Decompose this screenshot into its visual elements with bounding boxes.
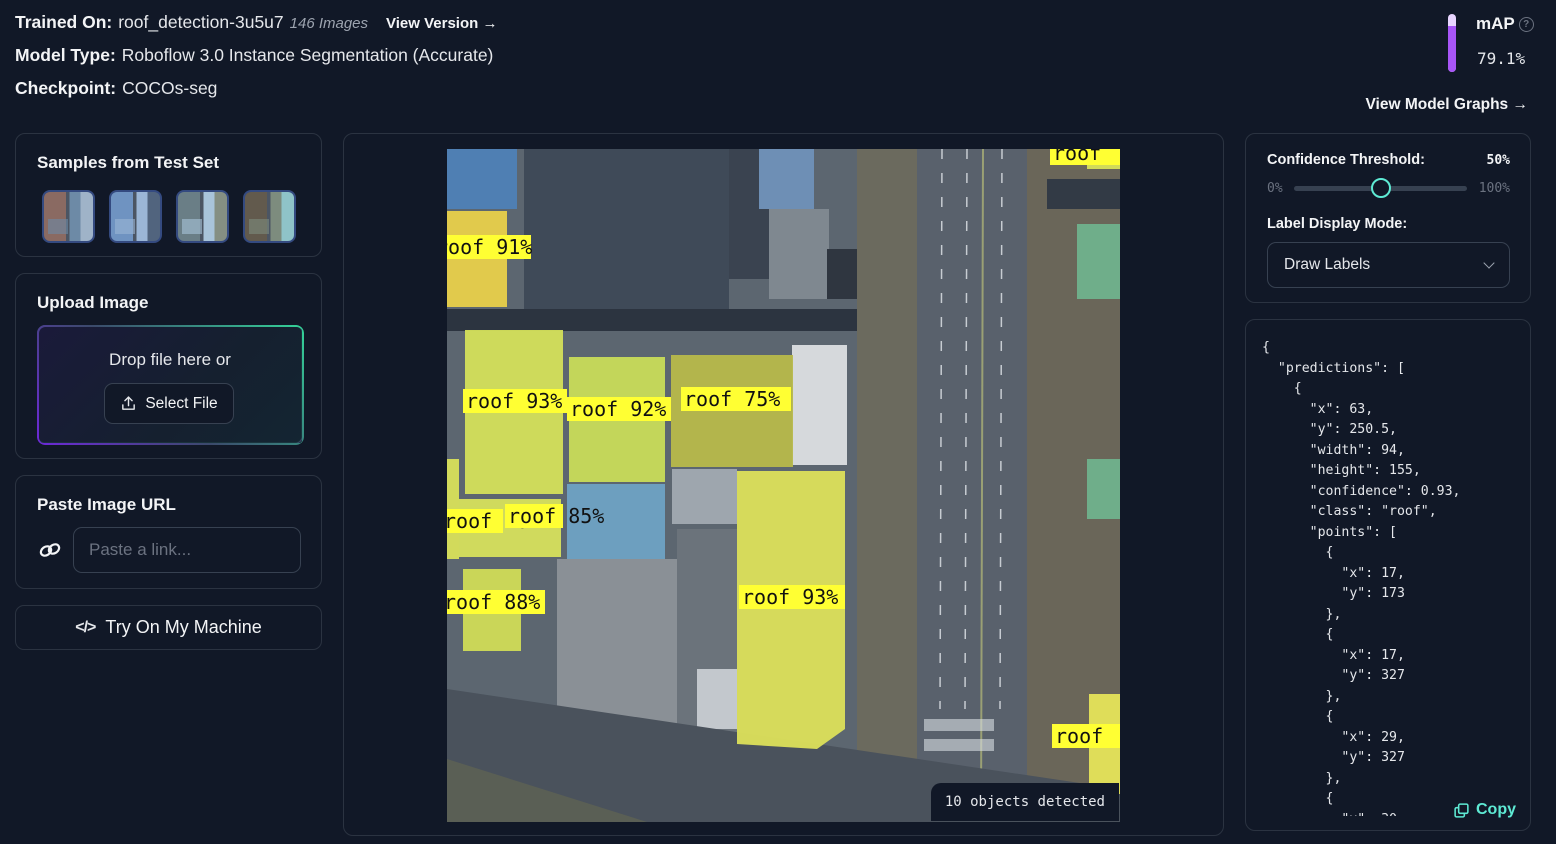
detection-label: roof 88% xyxy=(447,590,545,614)
samples-title: Samples from Test Set xyxy=(37,153,220,172)
detection-label: roof xyxy=(1050,149,1120,165)
map-label: mAP xyxy=(1476,14,1515,33)
label-text: roof 85% xyxy=(508,504,604,528)
building xyxy=(1077,224,1120,299)
objects-detected-badge: 10 objects detected xyxy=(930,783,1119,821)
label-mode-value: Draw Labels xyxy=(1284,256,1371,273)
try-on-my-machine-button[interactable]: </> Try On My Machine xyxy=(15,605,322,650)
map-bar-fill xyxy=(1448,26,1456,72)
view-model-graphs-link[interactable]: View Model Graphs → xyxy=(1356,96,1556,114)
samples-card: Samples from Test Set xyxy=(15,133,322,257)
link-icon xyxy=(39,543,61,557)
building xyxy=(447,149,517,209)
view-version-link[interactable]: View Version → xyxy=(386,12,497,36)
building xyxy=(672,469,737,524)
thumbnail-detail xyxy=(114,218,135,234)
model-type-value: Roboflow 3.0 Instance Segmentation (Accu… xyxy=(121,45,494,65)
sample-thumbnails xyxy=(42,190,296,243)
map-value: 79.1% xyxy=(1477,49,1526,68)
dataset-name: roof_detection-3u5u7 xyxy=(118,12,284,32)
label-text: roof 93% xyxy=(742,585,838,609)
label-text: roof 93% xyxy=(466,389,562,413)
building xyxy=(792,345,847,465)
slider-thumb[interactable] xyxy=(1370,178,1391,198)
building xyxy=(697,669,737,729)
sample-thumbnail[interactable] xyxy=(109,190,162,243)
inference-image[interactable]: roof 91%roof 93%roof 92%roof 75%roof 76%… xyxy=(447,149,1120,822)
map-bar xyxy=(1448,14,1456,72)
range-min: 0% xyxy=(1267,181,1283,196)
label-text: roof xyxy=(1053,149,1101,165)
model-type-label: Model Type: xyxy=(15,45,116,65)
select-file-button[interactable]: Select File xyxy=(104,383,234,424)
code-icon: </> xyxy=(75,618,96,636)
label-text: roof 92% xyxy=(570,397,666,421)
building xyxy=(1087,459,1120,519)
label-text: roof 91% xyxy=(447,235,532,259)
building xyxy=(524,149,729,309)
trained-on-row: Trained On: roof_detection-3u5u7 146 Ima… xyxy=(15,10,497,43)
label-text: roof 75% xyxy=(684,387,780,411)
upload-icon xyxy=(122,396,136,410)
help-icon[interactable]: ? xyxy=(1518,16,1534,32)
confidence-value: 50% xyxy=(1486,153,1510,168)
detection-label: roof 93% xyxy=(739,585,845,609)
confidence-slider[interactable] xyxy=(1294,178,1467,198)
checkpoint-row: Checkpoint: COCOs-seg xyxy=(15,76,497,109)
roof-mask xyxy=(737,471,845,749)
paste-url-title: Paste Image URL xyxy=(37,495,176,514)
label-mode-label: Label Display Mode: xyxy=(1267,216,1408,232)
image-count: 146 Images xyxy=(289,15,369,32)
upload-card: Upload Image Drop file here or Select Fi… xyxy=(15,273,322,459)
building xyxy=(827,249,857,299)
detection-label: roof xyxy=(1052,724,1120,748)
drop-text: Drop file here or xyxy=(109,350,231,369)
upload-title: Upload Image xyxy=(37,293,149,312)
label-text: roof 88% xyxy=(447,590,540,614)
label-text: roof xyxy=(1055,724,1103,748)
trained-on-label: Trained On: xyxy=(15,12,113,32)
sample-thumbnail[interactable] xyxy=(176,190,229,243)
detection-label: roof 75% xyxy=(681,387,791,411)
copy-icon xyxy=(1454,802,1469,818)
thumbnail-detail xyxy=(47,218,68,234)
model-type-row: Model Type: Roboflow 3.0 Instance Segmen… xyxy=(15,43,497,76)
tree-strip xyxy=(857,149,917,822)
settings-card: Confidence Threshold: 50% 0% 100% Label … xyxy=(1245,133,1531,303)
label-mode-select[interactable]: Draw Labels xyxy=(1267,242,1510,288)
parking-lot xyxy=(769,209,829,299)
checkpoint-value: COCOs-seg xyxy=(122,78,218,98)
building xyxy=(1047,179,1120,209)
copy-label: Copy xyxy=(1476,801,1516,818)
sample-thumbnail[interactable] xyxy=(243,190,296,243)
map-title: mAP ? xyxy=(1476,14,1534,34)
aerial-photo: roof 91%roof 93%roof 92%roof 75%roof 76%… xyxy=(447,149,1120,822)
sample-thumbnail[interactable] xyxy=(42,190,95,243)
chevron-down-icon xyxy=(1483,257,1495,269)
copy-button[interactable]: Copy xyxy=(1447,799,1516,821)
shadow xyxy=(447,309,857,331)
checkpoint-label: Checkpoint: xyxy=(15,78,117,98)
model-info: Trained On: roof_detection-3u5u7 146 Ima… xyxy=(15,10,497,109)
detection-label: roof 93% xyxy=(463,389,567,413)
json-output-panel: { "predictions": [ { "x": 63, "y": 250.5… xyxy=(1245,319,1531,831)
range-max: 100% xyxy=(1478,181,1510,196)
thumbnail-detail xyxy=(248,218,269,234)
thumbnail-detail xyxy=(181,218,202,234)
detection-label: roof 92% xyxy=(567,397,671,421)
detection-label: roof 91% xyxy=(447,235,532,259)
select-file-label: Select File xyxy=(145,394,218,412)
confidence-label: Confidence Threshold: xyxy=(1267,152,1425,168)
image-viewer: roof 91%roof 93%roof 92%roof 75%roof 76%… xyxy=(343,133,1224,836)
try-on-my-machine-label: Try On My Machine xyxy=(105,617,262,637)
json-output: { "predictions": [ { "x": 63, "y": 250.5… xyxy=(1262,340,1461,816)
drop-zone[interactable]: Drop file here or Select File xyxy=(37,325,303,444)
detection-label: roof 85% xyxy=(505,504,604,528)
building xyxy=(759,149,814,209)
image-url-input[interactable] xyxy=(73,527,301,573)
paste-url-card: Paste Image URL xyxy=(15,475,322,589)
